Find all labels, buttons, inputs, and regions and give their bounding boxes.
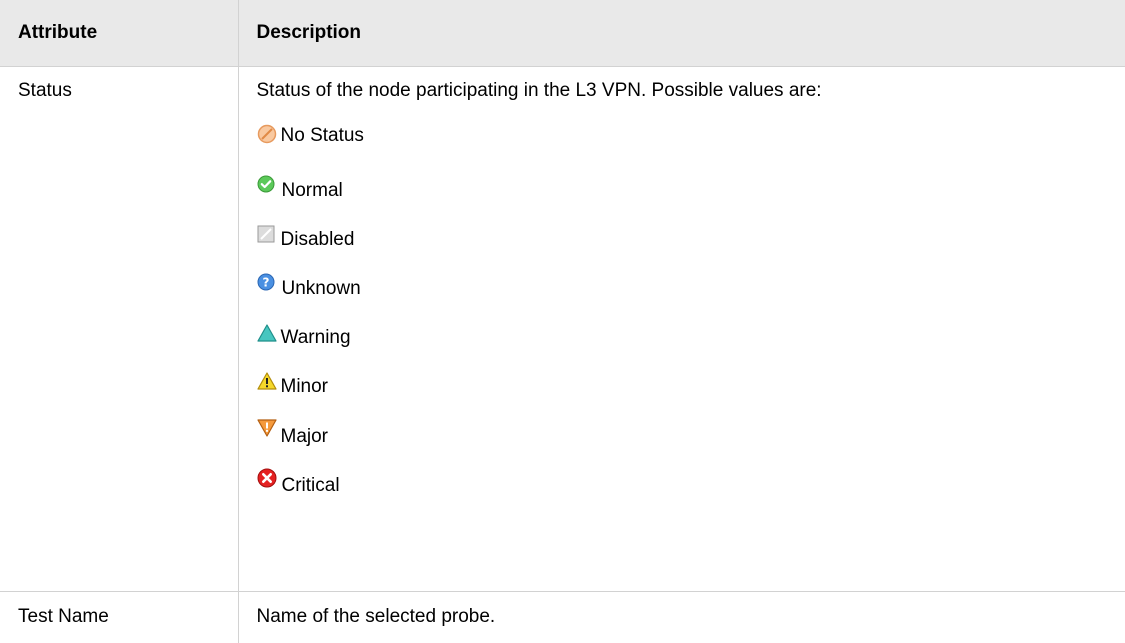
status-label: Warning	[280, 326, 351, 348]
description-cell: Name of the selected probe.	[237, 590, 1125, 643]
description-text: Status of the node participating in the …	[256, 79, 822, 101]
warning-icon	[256, 323, 279, 346]
attribute-cell: Test Name	[0, 590, 239, 643]
status-label: No Status	[280, 124, 364, 146]
description-cell: Status of the node participating in the …	[237, 65, 1125, 592]
no-status-icon	[257, 124, 279, 146]
disabled-icon	[257, 225, 279, 247]
status-label: Unknown	[281, 277, 361, 299]
status-item-minor: Minor	[256, 369, 1125, 418]
status-list: No Status Normal Disabled ? Unknown Warn…	[256, 102, 1125, 516]
minor-icon	[256, 371, 279, 394]
table-row: Test Name Name of the selected probe.	[0, 590, 1125, 643]
unknown-icon: ?	[257, 273, 279, 295]
status-item-disabled: Disabled	[257, 222, 1125, 271]
status-item-critical: Critical	[257, 467, 1125, 516]
status-item-major: Major	[256, 418, 1125, 467]
status-item-normal: Normal	[257, 173, 1125, 222]
status-item-no-status: No Status	[257, 102, 1125, 173]
normal-icon	[257, 175, 279, 197]
svg-text:?: ?	[262, 275, 269, 289]
attribute-cell: Status	[0, 65, 239, 592]
header-attribute: Attribute	[0, 0, 239, 67]
major-icon	[256, 418, 279, 441]
status-label: Normal	[281, 179, 343, 201]
status-label: Disabled	[280, 228, 355, 250]
header-description: Description	[237, 0, 1125, 67]
attribute-table: Attribute Description Status Status of t…	[0, 0, 1125, 643]
table-row: Status Status of the node participating …	[0, 65, 1125, 592]
table-header-row: Attribute Description	[0, 0, 1125, 67]
status-item-unknown: ? Unknown	[257, 271, 1125, 320]
status-item-warning: Warning	[256, 320, 1125, 369]
critical-icon	[257, 468, 279, 490]
status-label: Critical	[281, 474, 340, 496]
status-label: Minor	[280, 375, 329, 397]
status-label: Major	[280, 425, 329, 447]
